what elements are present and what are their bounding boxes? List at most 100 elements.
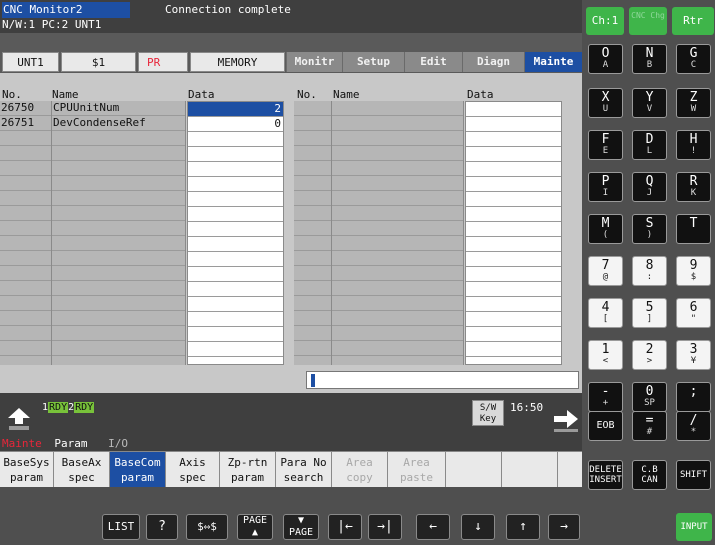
- key-2-1[interactable]: DL: [632, 130, 667, 160]
- table-row[interactable]: [188, 222, 283, 237]
- softkey-7[interactable]: Area copy: [332, 452, 388, 488]
- key-4-1[interactable]: S): [632, 214, 667, 244]
- table-row[interactable]: [466, 237, 561, 252]
- shift-key[interactable]: SHIFT: [676, 460, 711, 490]
- cnc-change-button[interactable]: CNC Chg: [629, 7, 667, 35]
- cursor-up-key[interactable]: ↑: [506, 514, 540, 540]
- home-key[interactable]: |←: [328, 514, 362, 540]
- key-0-2[interactable]: GC: [676, 44, 711, 74]
- equal-key[interactable]: = #: [632, 411, 667, 441]
- key-5-0[interactable]: 7 @: [588, 256, 623, 286]
- table-row[interactable]: [466, 162, 561, 177]
- key-3-2[interactable]: RK: [676, 172, 711, 202]
- cursor-left-key[interactable]: ←: [416, 514, 450, 540]
- key-3-0[interactable]: PI: [588, 172, 623, 202]
- tab-monitr[interactable]: Monitr: [286, 52, 342, 72]
- softkey-10[interactable]: [502, 452, 558, 488]
- softkey-1[interactable]: BaseSys param: [0, 452, 54, 488]
- key-8-0[interactable]: - +: [588, 382, 623, 412]
- key-5-1[interactable]: 8:: [632, 256, 667, 286]
- softkey-6[interactable]: Para No search: [276, 452, 332, 488]
- table-row[interactable]: [188, 177, 283, 192]
- back-arrow-icon[interactable]: [6, 406, 32, 432]
- next-arrow-icon[interactable]: [552, 407, 580, 433]
- right-data-column[interactable]: [465, 101, 562, 365]
- tab-edit[interactable]: Edit: [404, 52, 462, 72]
- end-key[interactable]: →|: [368, 514, 402, 540]
- key-5-2[interactable]: 9 $: [676, 256, 711, 286]
- table-row[interactable]: [466, 102, 561, 117]
- page-down-key[interactable]: ▼ PAGE: [283, 514, 319, 540]
- table-row[interactable]: [188, 237, 283, 252]
- cb-can-key[interactable]: C.B CAN: [632, 460, 667, 490]
- table-row[interactable]: [188, 282, 283, 297]
- key-8-2[interactable]: ;: [676, 382, 711, 412]
- key-0-0[interactable]: OA: [588, 44, 623, 74]
- table-row[interactable]: [188, 207, 283, 222]
- table-row[interactable]: [466, 132, 561, 147]
- key-4-2[interactable]: T: [676, 214, 711, 244]
- table-row[interactable]: [188, 147, 283, 162]
- key-6-1[interactable]: 5]: [632, 298, 667, 328]
- tab-diagn[interactable]: Diagn: [462, 52, 524, 72]
- key-4-0[interactable]: M(: [588, 214, 623, 244]
- table-row[interactable]: [466, 297, 561, 312]
- softkey-4[interactable]: Axis spec: [166, 452, 220, 488]
- table-row[interactable]: [188, 312, 283, 327]
- system-switch-key[interactable]: $⇔$: [186, 514, 228, 540]
- table-row[interactable]: [466, 327, 561, 342]
- table-row[interactable]: [188, 192, 283, 207]
- table-row[interactable]: [188, 252, 283, 267]
- table-row[interactable]: [188, 132, 283, 147]
- table-row[interactable]: [466, 222, 561, 237]
- tab-setup[interactable]: Setup: [342, 52, 404, 72]
- eob-key[interactable]: EOB: [588, 411, 623, 441]
- input-key[interactable]: INPUT: [676, 513, 712, 541]
- key-2-2[interactable]: H!: [676, 130, 711, 160]
- return-button[interactable]: Rtr: [672, 7, 714, 35]
- channel-button[interactable]: Ch:1: [586, 7, 624, 35]
- tab-mainte[interactable]: Mainte: [524, 52, 582, 72]
- key-3-1[interactable]: QJ: [632, 172, 667, 202]
- list-key[interactable]: LIST: [102, 514, 140, 540]
- table-row[interactable]: [188, 162, 283, 177]
- left-data-column[interactable]: 20: [187, 101, 284, 365]
- table-row[interactable]: [188, 297, 283, 312]
- cursor-down-key[interactable]: ↓: [461, 514, 495, 540]
- page-up-key[interactable]: PAGE ▲: [237, 514, 273, 540]
- key-2-0[interactable]: FE: [588, 130, 623, 160]
- table-row[interactable]: [466, 117, 561, 132]
- key-7-2[interactable]: 3 ¥: [676, 340, 711, 370]
- table-row[interactable]: [466, 342, 561, 357]
- key-1-0[interactable]: XU: [588, 88, 623, 118]
- table-row[interactable]: 2: [188, 102, 283, 117]
- table-row[interactable]: [466, 252, 561, 267]
- key-6-2[interactable]: 6 ": [676, 298, 711, 328]
- cursor-right-key[interactable]: →: [548, 514, 580, 540]
- table-row[interactable]: [466, 177, 561, 192]
- table-row[interactable]: [188, 342, 283, 357]
- table-row[interactable]: [466, 192, 561, 207]
- slash-key[interactable]: / *: [676, 411, 711, 441]
- softkey-2[interactable]: BaseAx spec: [54, 452, 110, 488]
- table-row[interactable]: [188, 267, 283, 282]
- softkey-8[interactable]: Area paste: [388, 452, 446, 488]
- softkey-9[interactable]: [446, 452, 502, 488]
- key-1-2[interactable]: ZW: [676, 88, 711, 118]
- key-0-1[interactable]: NB: [632, 44, 667, 74]
- table-row[interactable]: 0: [188, 117, 283, 132]
- key-8-1[interactable]: 0 SP: [632, 382, 667, 412]
- key-7-0[interactable]: 1 <: [588, 340, 623, 370]
- table-row[interactable]: [466, 282, 561, 297]
- key-1-1[interactable]: YV: [632, 88, 667, 118]
- softkey-5[interactable]: Zp-rtn param: [220, 452, 276, 488]
- table-row[interactable]: [466, 312, 561, 327]
- key-6-0[interactable]: 4[: [588, 298, 623, 328]
- key-7-1[interactable]: 2 >: [632, 340, 667, 370]
- software-key-button[interactable]: S/W Key: [472, 400, 504, 426]
- table-row[interactable]: [188, 327, 283, 342]
- delete-insert-key[interactable]: DELETE INSERT: [588, 460, 623, 490]
- table-row[interactable]: [466, 207, 561, 222]
- table-row[interactable]: [466, 267, 561, 282]
- help-key[interactable]: ?: [146, 514, 178, 540]
